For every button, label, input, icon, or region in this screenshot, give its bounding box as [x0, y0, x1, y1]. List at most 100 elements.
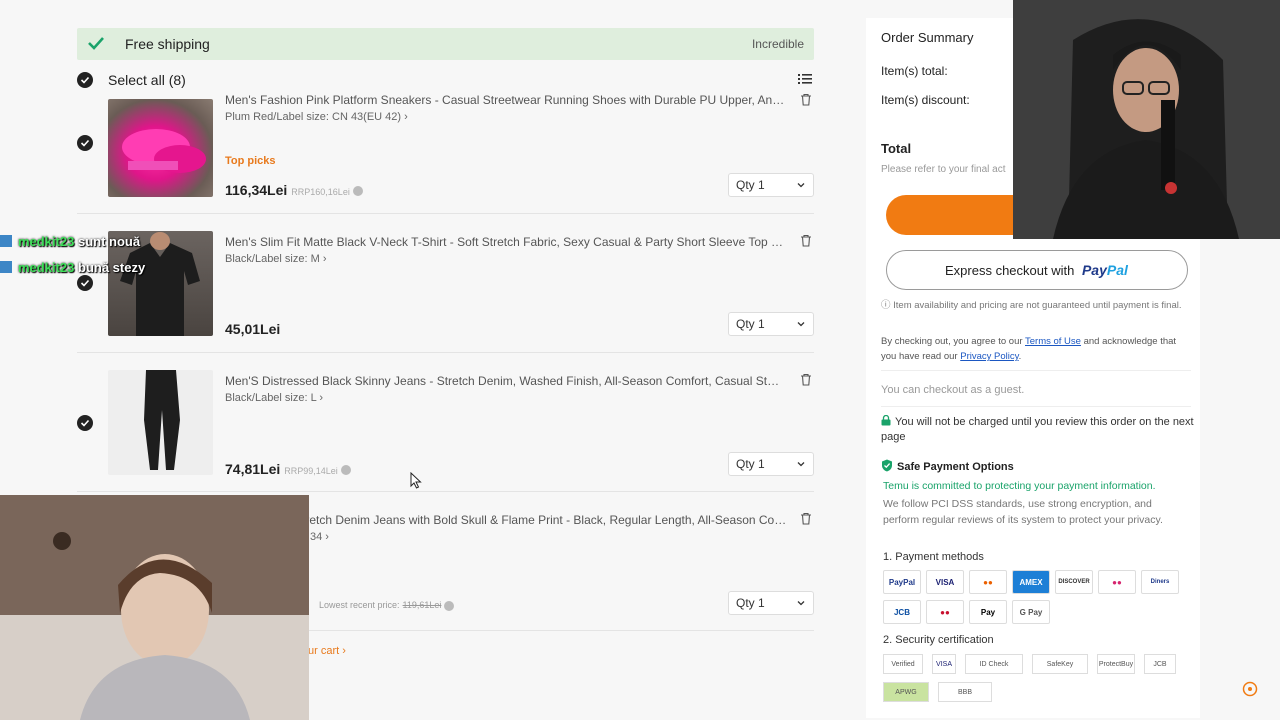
- cart-item: Men's Fashion Pink Platform Sneakers - C…: [77, 92, 814, 214]
- product-title[interactable]: tretch Denim Jeans with Bold Skull & Fla…: [302, 513, 787, 527]
- rrp-price: RRP99,14Lei: [284, 466, 338, 476]
- product-price: 116,34Lei RRP160,16Lei: [225, 182, 363, 198]
- qty-label: Qty 1: [736, 596, 765, 610]
- select-all-checkbox[interactable]: [77, 72, 93, 88]
- cart-item: Men's Slim Fit Matte Black V-Neck T-Shir…: [77, 231, 814, 353]
- visa-logo: VISA: [926, 570, 964, 594]
- product-title[interactable]: Men's Fashion Pink Platform Sneakers - C…: [225, 93, 785, 107]
- qty-label: Qty 1: [736, 178, 765, 192]
- cart-item: Men'S Distressed Black Skinny Jeans - St…: [77, 370, 814, 492]
- mastercard-logo: ●●: [969, 570, 1007, 594]
- product-title[interactable]: Men's Slim Fit Matte Black V-Neck T-Shir…: [225, 235, 785, 249]
- qty-label: Qty 1: [736, 317, 765, 331]
- order-summary-title: Order Summary: [881, 30, 974, 45]
- quantity-select[interactable]: Qty 1: [728, 312, 814, 336]
- list-view-icon[interactable]: [798, 72, 812, 86]
- info-icon[interactable]: [352, 186, 363, 197]
- chat-text: bună stezy: [78, 260, 146, 275]
- check-icon: [88, 37, 104, 50]
- quantity-select[interactable]: Qty 1: [728, 452, 814, 476]
- divider: [881, 370, 1191, 371]
- product-image-jeans[interactable]: [108, 370, 213, 475]
- shipping-badge: Incredible: [751, 37, 804, 51]
- trash-icon[interactable]: [800, 234, 812, 247]
- info-icon[interactable]: [444, 600, 455, 611]
- safe-payment-commitment[interactable]: Temu is committed to protecting your pay…: [883, 480, 1156, 492]
- discover-logo: DISCOVER: [1055, 570, 1093, 594]
- chat-username: medkit23: [18, 260, 75, 275]
- product-image-sneakers[interactable]: [108, 99, 213, 197]
- chevron-down-icon: [797, 601, 805, 606]
- product-price: 74,81Lei RRP99,14Lei: [225, 461, 351, 477]
- price-value: 116,34Lei: [225, 182, 288, 198]
- terms-of-use-link[interactable]: Terms of Use: [1025, 336, 1081, 347]
- maestro-logo: ●●: [1098, 570, 1136, 594]
- availability-note: ⓘ Item availability and pricing are not …: [881, 300, 1182, 311]
- chat-text: sunt nouă: [78, 234, 141, 249]
- trash-icon[interactable]: [800, 93, 812, 106]
- trash-icon[interactable]: [800, 373, 812, 386]
- agreement-text: By checking out, you agree to our Terms …: [881, 336, 1177, 362]
- product-price: 45,01Lei: [225, 321, 280, 337]
- mouse-cursor-icon: [410, 472, 422, 489]
- diners-club-logo: Diners: [1141, 570, 1179, 594]
- lowest-price-note: Lowest recent price: 119,61Lei: [305, 600, 455, 611]
- jcb-logo: JCB: [883, 600, 921, 624]
- item-checkbox[interactable]: [77, 415, 93, 431]
- product-variant[interactable]: Black/Label size: L ›: [225, 392, 323, 404]
- webcam-overlay-bottom: [0, 495, 309, 720]
- security-logos: Verified VISA ID Check SafeKey ProtectBu…: [883, 654, 1193, 702]
- payment-logos: PayPal VISA ●● AMEX DISCOVER ●● Diners J…: [883, 570, 1193, 624]
- jcb-secure-logo: JCB: [1144, 654, 1176, 674]
- check-icon: [80, 279, 90, 287]
- badge-icon: [0, 235, 12, 247]
- product-variant[interactable]: Plum Red/Label size: CN 43(EU 42) ›: [225, 111, 408, 123]
- quantity-select[interactable]: Qty 1: [728, 591, 814, 615]
- webcam-overlay-top: [1013, 0, 1280, 239]
- protectbuy-logo: ProtectBuy: [1097, 654, 1135, 674]
- product-variant[interactable]: 34 ›: [310, 531, 329, 543]
- paypal-express-button[interactable]: Express checkout with PayPal: [886, 250, 1188, 290]
- items-discount-label: Item(s) discount:: [881, 93, 970, 107]
- free-shipping-banner: Free shipping Incredible: [77, 28, 814, 60]
- quantity-select[interactable]: Qty 1: [728, 173, 814, 197]
- item-checkbox[interactable]: [77, 135, 93, 151]
- product-title[interactable]: Men'S Distressed Black Skinny Jeans - St…: [225, 374, 785, 388]
- select-all-label[interactable]: Select all (8): [108, 72, 186, 88]
- cart-link[interactable]: ur cart ›: [308, 645, 346, 657]
- safe-payment-description: We follow PCI DSS standards, use strong …: [883, 498, 1163, 526]
- charge-notice: You will not be charged until you review…: [881, 415, 1194, 443]
- visa-secure-logo: VISA: [932, 654, 956, 674]
- bbb-logo: BBB: [938, 682, 992, 702]
- badge-icon: [0, 261, 12, 273]
- security-cert-heading: 2. Security certification: [883, 634, 994, 646]
- total-note: Please refer to your final act: [881, 164, 1006, 175]
- chevron-down-icon: [797, 183, 805, 188]
- info-icon[interactable]: [340, 465, 351, 476]
- divider: [881, 406, 1191, 407]
- check-icon: [80, 419, 90, 427]
- paypal-button-label: Express checkout with: [945, 263, 1075, 278]
- cartes-bancaires-logo: ●●: [926, 600, 964, 624]
- support-chat-icon[interactable]: [1242, 681, 1258, 697]
- trash-icon[interactable]: [800, 512, 812, 525]
- apwg-logo: APWG: [883, 682, 929, 702]
- safekey-logo: SafeKey: [1032, 654, 1088, 674]
- free-shipping-label: Free shipping: [125, 36, 210, 52]
- item-checkbox[interactable]: [77, 275, 93, 291]
- chat-message: medkit23 sunt nouă: [0, 234, 140, 249]
- payment-methods-heading: 1. Payment methods: [883, 551, 984, 563]
- price-value: 74,81Lei: [225, 461, 281, 477]
- chat-username: medkit23: [18, 234, 75, 249]
- price-value: 45,01Lei: [225, 321, 281, 337]
- product-variant[interactable]: Black/Label size: M ›: [225, 253, 326, 265]
- amex-logo: AMEX: [1012, 570, 1050, 594]
- google-pay-logo: G Pay: [1012, 600, 1050, 624]
- paypal-logo: PayPal: [1081, 262, 1128, 278]
- shield-icon: [882, 459, 892, 472]
- privacy-policy-link[interactable]: Privacy Policy: [960, 351, 1018, 362]
- apple-pay-logo: Pay: [969, 600, 1007, 624]
- rrp-price: RRP160,16Lei: [291, 187, 350, 197]
- guest-checkout-note: You can checkout as a guest.: [881, 384, 1025, 396]
- select-all-row: Select all (8): [77, 70, 814, 90]
